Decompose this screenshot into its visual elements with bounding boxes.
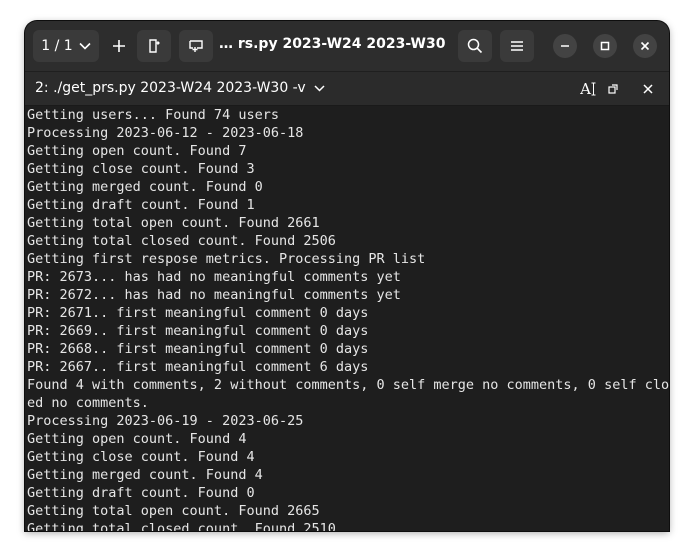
close-tab-button[interactable]	[639, 79, 657, 99]
terminal-output[interactable]: Getting users... Found 74 users Processin…	[27, 106, 669, 531]
terminal-line: Getting open count. Found 4	[27, 431, 247, 447]
terminal-line: Getting open count. Found 7	[27, 143, 247, 159]
minimize-button[interactable]	[553, 34, 577, 58]
minimize-icon	[560, 41, 570, 51]
terminal-line: Getting merged count. Found 4	[27, 467, 263, 483]
tab-title-dropdown[interactable]: 2: ./get_prs.py 2023-W24 2023-W30 -v	[35, 80, 325, 96]
detach-tab-icon	[147, 38, 161, 54]
terminal-line: Getting total closed count. Found 2506	[27, 233, 336, 249]
detach-tab-button[interactable]	[137, 30, 171, 62]
terminal-line: PR: 2671.. first meaningful comment 0 da…	[27, 305, 369, 321]
terminal-line: Processing 2023-06-12 - 2023-06-18	[27, 125, 304, 141]
tab-bar: 2: ./get_prs.py 2023-W24 2023-W30 -v A	[25, 71, 669, 106]
terminal-line: Getting total closed count. Found 2510	[27, 521, 336, 531]
detach-icon	[608, 84, 618, 94]
detach-terminal-button[interactable]	[605, 79, 621, 99]
read-only-toggle[interactable]: A	[577, 79, 599, 99]
terminal-line: PR: 2672... has had no meaningful commen…	[27, 287, 401, 303]
read-only-label: A	[580, 80, 591, 98]
terminal-line: ed no comments.	[27, 395, 149, 411]
hamburger-menu-icon	[510, 40, 524, 52]
terminal-line: Getting close count. Found 3	[27, 161, 255, 177]
terminal-line: Getting draft count. Found 1	[27, 197, 255, 213]
new-window-icon	[188, 39, 204, 53]
close-window-button[interactable]	[633, 34, 657, 58]
terminal-line: Found 4 with comments, 2 without comment…	[27, 377, 669, 393]
new-window-button[interactable]	[179, 30, 213, 62]
terminal-line: Getting merged count. Found 0	[27, 179, 263, 195]
header-bar: 1 / 1 … rs.py 2023-W24 2023-W30 -v	[25, 21, 669, 71]
search-icon	[467, 38, 483, 54]
chevron-down-icon	[79, 42, 91, 50]
terminal-line: Getting draft count. Found 0	[27, 485, 255, 501]
main-menu-button[interactable]	[500, 30, 534, 62]
terminal-line: PR: 2669.. first meaningful comment 0 da…	[27, 323, 369, 339]
new-tab-button[interactable]	[103, 30, 135, 62]
maximize-icon	[600, 41, 610, 51]
tab-title: 2: ./get_prs.py 2023-W24 2023-W30 -v	[35, 80, 306, 96]
tabs-switcher-button[interactable]: 1 / 1	[33, 30, 99, 62]
search-button[interactable]	[458, 30, 492, 62]
terminal-line: Getting total open count. Found 2665	[27, 503, 320, 519]
close-icon	[643, 84, 653, 94]
maximize-button[interactable]	[593, 34, 617, 58]
tab-counter: 1 / 1	[41, 38, 73, 54]
terminal-line: PR: 2668.. first meaningful comment 0 da…	[27, 341, 369, 357]
terminal-line: Getting close count. Found 4	[27, 449, 255, 465]
terminal-line: PR: 2667.. first meaningful comment 6 da…	[27, 359, 369, 375]
terminal-line: Processing 2023-06-19 - 2023-06-25	[27, 413, 304, 429]
close-icon	[640, 41, 650, 51]
text-cursor-icon	[591, 82, 596, 96]
terminal-window: 1 / 1 … rs.py 2023-W24 2023-W30 -v 2: ./…	[25, 21, 669, 531]
chevron-down-icon	[314, 84, 325, 92]
terminal-line: Getting total open count. Found 2661	[27, 215, 320, 231]
terminal-line: Getting first respose metrics. Processin…	[27, 251, 426, 267]
window-title: … rs.py 2023-W24 2023-W30 -v	[219, 36, 451, 52]
terminal-line: PR: 2673... has had no meaningful commen…	[27, 269, 401, 285]
plus-icon	[112, 39, 126, 53]
terminal-line: Getting users... Found 74 users	[27, 107, 279, 123]
